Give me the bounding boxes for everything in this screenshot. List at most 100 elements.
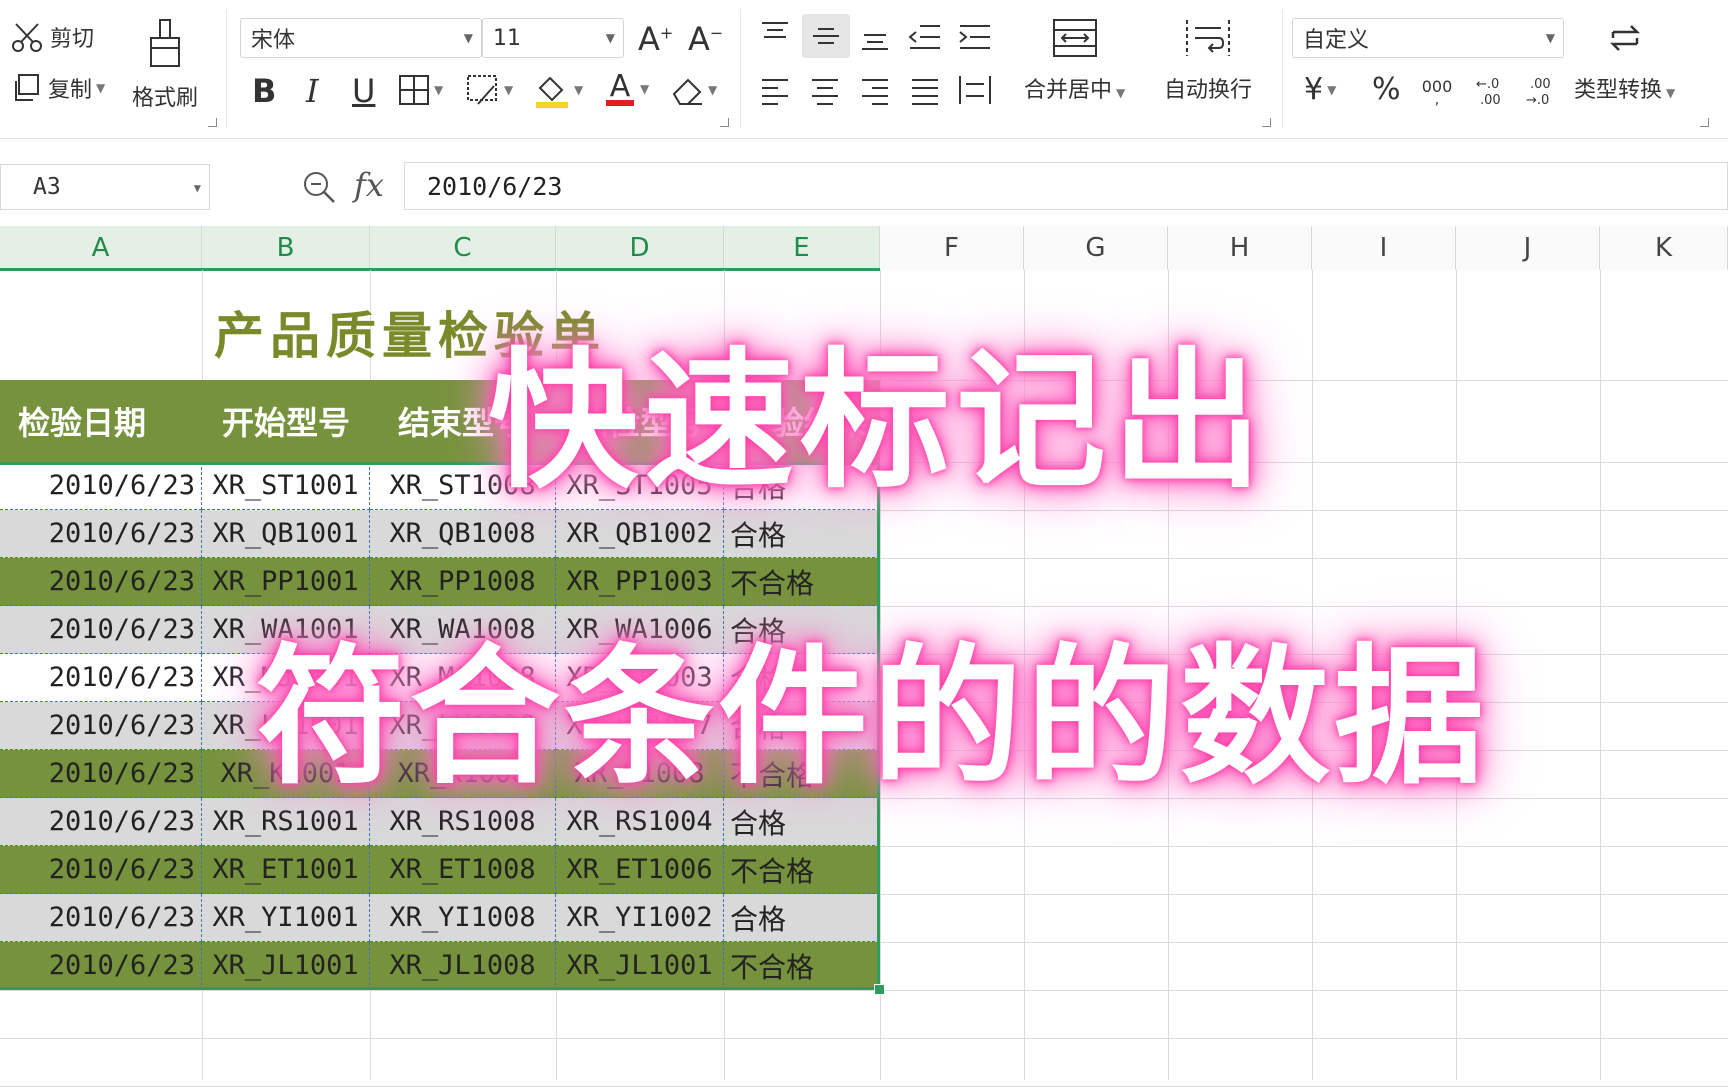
chevron-down-icon: ▼ — [434, 83, 444, 97]
cell-date[interactable]: 2010/6/23 — [0, 510, 202, 558]
alignment-launcher-icon[interactable] — [1262, 118, 1271, 127]
chevron-down-icon: ▼ — [96, 81, 106, 95]
name-box[interactable]: A3 ▼ — [0, 164, 210, 210]
bold-button[interactable]: B — [252, 72, 276, 110]
cell-date[interactable]: 2010/6/23 — [0, 702, 202, 750]
border-button[interactable]: ▼ — [398, 74, 443, 106]
cell-end[interactable]: XR_JL1008 — [370, 942, 556, 990]
ribbon: 剪切 复制 ▼ 格式刷 宋体 ▼ 11 ▼ A+ A− B I U ▼ ▼ ▼ … — [0, 0, 1728, 139]
column-header-c[interactable]: C — [370, 226, 556, 270]
cell-date[interactable]: 2010/6/23 — [0, 798, 202, 846]
font-size-select[interactable]: 11 ▼ — [482, 18, 624, 58]
zoom-function-button[interactable] — [302, 170, 336, 204]
align-middle-button[interactable] — [802, 14, 850, 58]
cell-start[interactable]: XR_ET1001 — [202, 846, 370, 894]
justify-button[interactable] — [910, 76, 940, 106]
convert-arrows-icon — [1609, 25, 1640, 51]
justify-icon — [912, 79, 938, 105]
clear-format-button[interactable]: ▼ — [670, 74, 717, 106]
column-header-k[interactable]: K — [1600, 226, 1728, 270]
cell-date[interactable]: 2010/6/23 — [0, 462, 202, 510]
currency-button[interactable]: ¥ ▼ — [1304, 72, 1336, 107]
cell-start[interactable]: XR_QB1001 — [202, 510, 370, 558]
merge-center-button[interactable]: 合并居中 ▼ — [1024, 18, 1125, 104]
align-top-button[interactable] — [760, 20, 790, 50]
cell-result[interactable]: 合格 — [724, 894, 880, 942]
column-header-i[interactable]: I — [1312, 226, 1456, 270]
column-header-e[interactable]: E — [724, 226, 880, 270]
number-launcher-icon[interactable] — [1700, 118, 1709, 127]
cell-end[interactable]: XR_QB1008 — [370, 510, 556, 558]
font-name-select[interactable]: 宋体 ▼ — [240, 18, 482, 58]
type-convert-button[interactable]: 类型转换 ▼ — [1574, 18, 1675, 104]
copy-button[interactable]: 复制 ▼ — [10, 72, 105, 104]
cell-date[interactable]: 2010/6/23 — [0, 606, 202, 654]
distributed-align-button[interactable] — [958, 74, 992, 106]
merge-center-label: 合并居中 ▼ — [1024, 78, 1126, 103]
cell-sample[interactable]: XR_YI1002 — [556, 894, 724, 942]
decrease-font-button[interactable]: A− — [688, 20, 723, 58]
header-inspection-date[interactable]: 检验日期 — [18, 380, 146, 462]
cell-date[interactable]: 2010/6/23 — [0, 942, 202, 990]
cell-date[interactable]: 2010/6/23 — [0, 654, 202, 702]
cell-date[interactable]: 2010/6/23 — [0, 558, 202, 606]
cell-sample[interactable]: XR_ET1006 — [556, 846, 724, 894]
cell-start[interactable]: XR_ST1001 — [202, 462, 370, 510]
column-header-d[interactable]: D — [556, 226, 724, 270]
cell-result[interactable]: 不合格 — [724, 942, 880, 990]
align-bottom-button[interactable] — [860, 22, 890, 52]
cell-result[interactable]: 不合格 — [724, 846, 880, 894]
increase-font-button[interactable]: A+ — [638, 20, 673, 58]
number-format-select[interactable]: 自定义 ▼ — [1292, 18, 1564, 58]
cell-sample[interactable]: XR_QB1002 — [556, 510, 724, 558]
chevron-down-icon: ▼ — [463, 31, 473, 45]
wrap-text-button[interactable]: 自动换行 — [1164, 18, 1252, 104]
cell-date[interactable]: 2010/6/23 — [0, 894, 202, 942]
column-header-a[interactable]: A — [0, 226, 202, 270]
cell-result[interactable]: 合格 — [724, 510, 880, 558]
number-format-value: 自定义 — [1303, 28, 1370, 53]
cell-start[interactable]: XR_JL1001 — [202, 942, 370, 990]
clipboard-launcher-icon[interactable] — [208, 118, 217, 127]
cell-start[interactable]: XR_YI1001 — [202, 894, 370, 942]
wrap-text-icon — [1186, 20, 1230, 56]
cut-button[interactable]: 剪切 — [10, 20, 94, 54]
thousands-separator-button[interactable]: 000, — [1420, 74, 1454, 106]
percent-button[interactable]: % — [1372, 72, 1401, 107]
chevron-down-icon: ▼ — [640, 82, 650, 96]
divider — [740, 10, 741, 128]
cell-sample[interactable]: XR_JL1001 — [556, 942, 724, 990]
increase-decimal-button[interactable]: ←.0.00 — [1472, 74, 1506, 108]
align-center-button[interactable] — [810, 76, 840, 106]
increase-indent-button[interactable] — [958, 22, 992, 52]
column-header-j[interactable]: J — [1456, 226, 1600, 270]
format-painter-button[interactable]: 格式刷 — [132, 18, 198, 112]
formula-input[interactable]: 2010/6/23 — [404, 162, 1728, 210]
column-header-f[interactable]: F — [880, 226, 1024, 270]
font-launcher-icon[interactable] — [720, 118, 729, 127]
insert-function-button[interactable]: fx — [354, 166, 384, 204]
decrease-indent-button[interactable] — [908, 22, 942, 52]
thousands-separator-icon: 000, — [1422, 77, 1453, 106]
decrease-decimal-button[interactable]: .00 →.0 — [1522, 74, 1556, 108]
cut-label: 剪切 — [50, 27, 95, 52]
fill-color-button[interactable]: ▼ — [534, 72, 583, 108]
column-header-b[interactable]: B — [202, 226, 370, 270]
italic-button[interactable]: I — [306, 72, 319, 110]
cell-date[interactable]: 2010/6/23 — [0, 750, 202, 798]
cell-end[interactable]: XR_YI1008 — [370, 894, 556, 942]
column-header-g[interactable]: G — [1024, 226, 1168, 270]
scissors-icon — [12, 23, 42, 52]
font-color-button[interactable]: A ▼ — [604, 70, 649, 108]
align-right-button[interactable] — [860, 76, 890, 106]
svg-text:.00: .00 — [1530, 77, 1551, 92]
italic-icon: I — [306, 72, 319, 110]
cell-date[interactable]: 2010/6/23 — [0, 846, 202, 894]
underline-button[interactable]: U — [352, 72, 375, 110]
column-header-h[interactable]: H — [1168, 226, 1312, 270]
header-start-model[interactable]: 开始型号 — [222, 380, 350, 462]
align-left-button[interactable] — [760, 76, 790, 106]
cell-end[interactable]: XR_ET1008 — [370, 846, 556, 894]
fill-handle[interactable] — [874, 984, 885, 995]
cell-style-button[interactable]: ▼ — [466, 74, 513, 106]
